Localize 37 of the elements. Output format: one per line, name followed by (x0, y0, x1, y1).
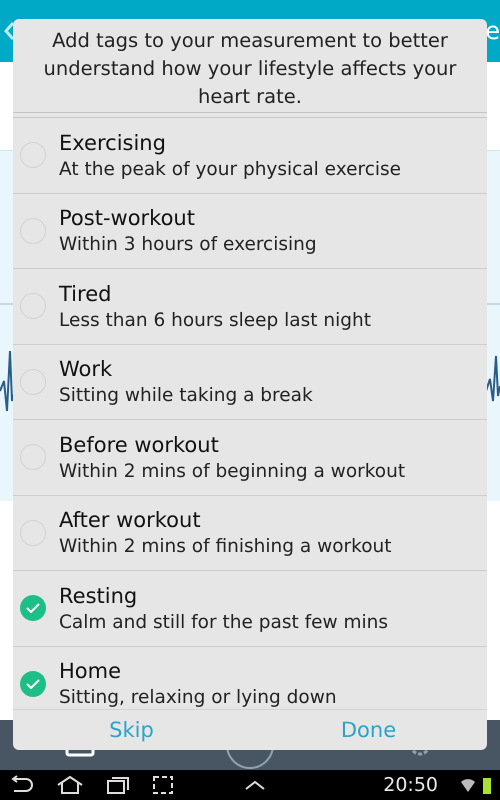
tag-title: Work (59, 357, 114, 382)
tag-title: Home (59, 659, 122, 684)
tag-description: Less than 6 hours sleep last night (59, 310, 371, 331)
tag-description: Within 3 hours of exercising (59, 234, 317, 256)
tag-description: At the peak of your physical exercise (59, 158, 402, 180)
tag-option[interactable]: After workout Within 2 mins of finishing a workout (13, 496, 487, 571)
tag-title: Tired (59, 282, 112, 306)
dialog-message: Add tags to your measurement to better understand how your lifestyle affects your heart rate. (13, 19, 487, 113)
tag-title: Exercising (59, 130, 167, 155)
checkbox[interactable] (20, 670, 46, 697)
tag-option[interactable]: Resting Calm and still for the past few mins (13, 571, 487, 646)
tag-option[interactable]: Home Sitting, relaxing or lying down (13, 646, 487, 709)
tag-description: Sitting while taking a break (59, 385, 313, 406)
tag-option[interactable]: Work Sitting while taking a break (13, 344, 487, 420)
tag-description: Within 2 mins of finishing a workout (59, 536, 392, 558)
tag-description: Sitting, relaxing or lying down (59, 687, 337, 708)
tag-title: Post-workout (59, 206, 196, 230)
check-icon (26, 603, 40, 614)
checkbox[interactable] (20, 595, 46, 622)
tag-option[interactable]: Exercising At the peak of your physical exercise (13, 118, 487, 194)
tag-option[interactable]: Post-workout Within 3 hours of exercising (13, 194, 487, 269)
tag-title: Before workout (59, 432, 220, 457)
tag-option[interactable]: Tired Less than 6 hours sleep last night (13, 269, 487, 344)
tag-title: After workout (59, 508, 202, 532)
chevron-up-icon[interactable] (244, 779, 266, 791)
tag-option[interactable]: Before workout Within 2 mins of beginning a workout (13, 420, 487, 496)
clock: 20:50 (383, 774, 438, 796)
check-icon (26, 678, 40, 689)
wifi-icon (460, 777, 476, 793)
tag-title: Resting (59, 584, 138, 608)
app-title: e (485, 17, 500, 45)
tag-description: Within 2 mins of beginning a workout (59, 460, 406, 482)
recent-apps-icon[interactable] (106, 775, 130, 795)
battery-icon (482, 776, 492, 794)
screenshot-icon[interactable] (152, 775, 174, 795)
home-icon[interactable] (56, 775, 84, 795)
tag-description: Calm and still for the past few mins (59, 612, 388, 633)
